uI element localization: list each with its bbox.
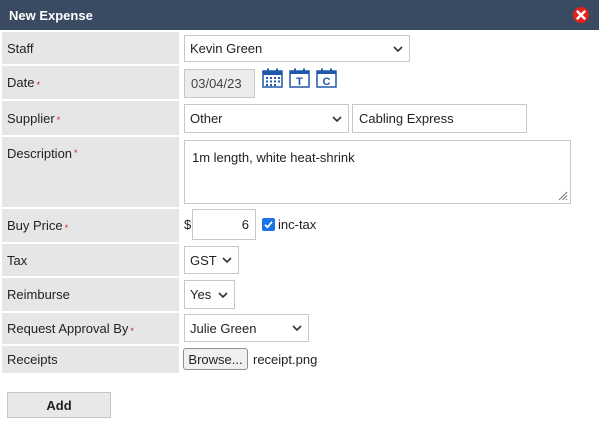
row-date: Date * 03/04/23 T C [0, 66, 599, 99]
row-approval: Request Approval By * Julie Green [0, 313, 599, 344]
supplier-type-value: Other [190, 111, 223, 126]
reimburse-select-value: Yes [190, 287, 212, 302]
reimburse-label: Reimburse [2, 278, 179, 311]
today-icon[interactable]: T [289, 68, 310, 88]
required-icon: * [130, 325, 134, 336]
tax-label: Tax [2, 244, 179, 276]
description-value: 1m length, white heat-shrink [192, 150, 355, 165]
date-label: Date * [2, 66, 179, 99]
supplier-name-input[interactable]: Cabling Express [352, 104, 527, 133]
approval-select-value: Julie Green [190, 320, 257, 336]
today-icon-letter: T [296, 76, 303, 88]
inc-tax-label[interactable]: inc-tax [278, 217, 316, 232]
dialog-title: New Expense [9, 7, 93, 23]
currency-symbol: $ [184, 217, 192, 232]
chevron-down-icon [292, 325, 302, 332]
approval-select[interactable]: Julie Green [184, 314, 309, 342]
staff-select[interactable]: Kevin Green [184, 35, 410, 62]
checkmark-icon [264, 221, 273, 229]
buy-price-value: 6 [241, 217, 249, 232]
add-button[interactable]: Add [7, 392, 111, 418]
approval-label: Request Approval By * [2, 313, 179, 344]
browse-button-label: Browse... [188, 351, 243, 367]
calendar-icon[interactable] [262, 68, 283, 88]
reimburse-select[interactable]: Yes [184, 280, 235, 309]
chevron-down-icon [393, 45, 403, 52]
row-description: Description * 1m length, white heat-shrin… [0, 137, 599, 207]
staff-select-value: Kevin Green [190, 41, 263, 56]
staff-label: Staff [2, 32, 179, 64]
chevron-down-icon [218, 291, 228, 298]
required-icon: * [64, 222, 69, 233]
supplier-type-select[interactable]: Other [184, 104, 349, 133]
required-icon: * [36, 79, 40, 90]
clear-icon-letter: C [323, 76, 331, 88]
description-label: Description * [2, 137, 179, 207]
row-tax: Tax GST [0, 244, 599, 276]
supplier-name-value: Cabling Express [359, 111, 454, 126]
tax-select-value: GST [190, 252, 217, 268]
row-supplier: Supplier * Other Cabling Express [0, 101, 599, 135]
browse-button[interactable]: Browse... [183, 348, 248, 370]
inc-tax-checkbox[interactable] [262, 218, 275, 231]
add-button-label: Add [46, 397, 72, 413]
receipt-file-name: receipt.png [253, 352, 318, 367]
supplier-label: Supplier * [2, 101, 179, 135]
chevron-down-icon [332, 115, 342, 122]
required-icon: * [74, 148, 78, 158]
description-textarea[interactable]: 1m length, white heat-shrink [184, 140, 571, 204]
dialog-title-bar: New Expense [0, 0, 599, 30]
chevron-down-icon [222, 257, 232, 264]
tax-select[interactable]: GST [184, 246, 239, 274]
clear-icon[interactable]: C [316, 68, 337, 88]
row-reimburse: Reimburse Yes [0, 278, 599, 311]
date-input-value: 03/04/23 [191, 76, 242, 91]
buy-price-input[interactable]: 6 [192, 209, 256, 240]
row-receipts: Receipts Browse... receipt.png [0, 346, 599, 373]
row-staff: Staff Kevin Green [0, 32, 599, 64]
close-icon[interactable] [573, 7, 589, 23]
buy-price-label: Buy Price * [2, 209, 179, 242]
required-icon: * [56, 115, 61, 125]
receipts-label: Receipts [2, 346, 179, 373]
date-input: 03/04/23 [184, 69, 255, 98]
resize-grip-icon[interactable] [558, 191, 568, 201]
row-buy-price: Buy Price * $ 6 inc-tax [0, 209, 599, 242]
